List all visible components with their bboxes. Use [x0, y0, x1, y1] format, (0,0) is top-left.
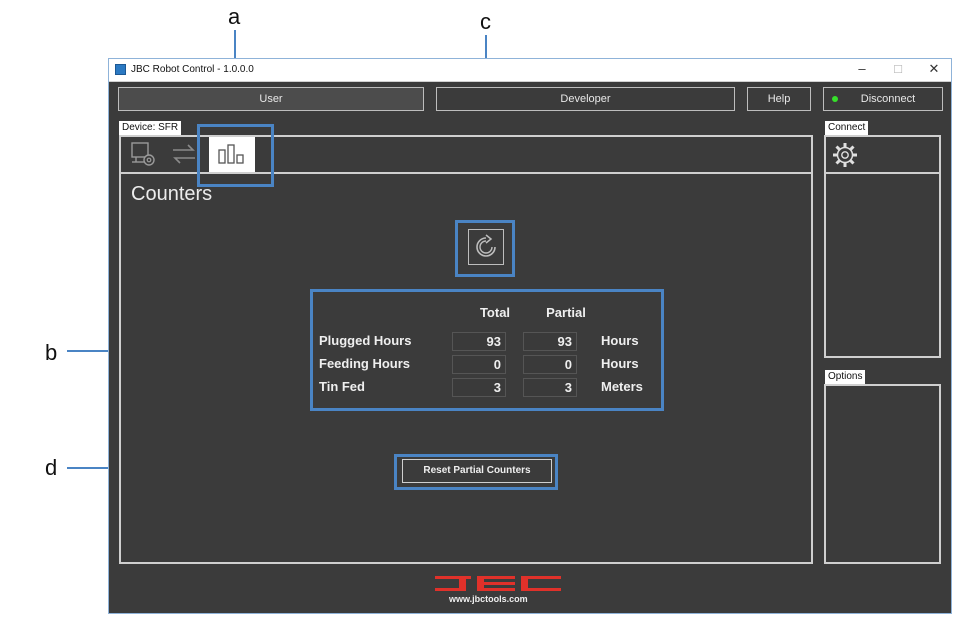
- maximize-button[interactable]: □: [885, 61, 911, 76]
- settings-tab[interactable]: [125, 137, 163, 172]
- highlight-c-refresh: [455, 220, 515, 277]
- title-bar: JBC Robot Control - 1.0.0.0 – □ ✕: [109, 59, 951, 82]
- minimize-button[interactable]: –: [849, 61, 875, 76]
- window-title: JBC Robot Control - 1.0.0.0: [131, 64, 254, 75]
- close-button[interactable]: ✕: [921, 61, 947, 77]
- connect-tag: Connect: [825, 121, 869, 135]
- device-tag: Device: SFR: [119, 121, 182, 135]
- highlight-a-counters-tab: [197, 124, 274, 187]
- help-button[interactable]: Help: [747, 87, 811, 111]
- connect-icon-bar: [826, 137, 939, 174]
- callout-c: c: [480, 9, 491, 34]
- callout-a: a: [228, 4, 241, 29]
- gear-icon[interactable]: [829, 139, 861, 171]
- app-icon: [115, 64, 126, 75]
- disconnect-label: Disconnect: [860, 93, 916, 105]
- highlight-b-table: [310, 289, 664, 411]
- callout-b: b: [45, 340, 58, 365]
- settings-station-icon: [131, 142, 155, 166]
- options-tag: Options: [825, 370, 866, 384]
- disconnect-button[interactable]: Disconnect: [823, 87, 943, 111]
- footer-url[interactable]: www.jbctools.com: [449, 594, 528, 604]
- highlight-d-reset: [394, 454, 558, 490]
- jbc-logo: [435, 576, 561, 591]
- connect-panel: [824, 135, 941, 358]
- callout-d: d: [45, 455, 58, 480]
- user-button[interactable]: User: [118, 87, 424, 111]
- connection-status-led: [832, 96, 838, 102]
- options-panel: [824, 384, 941, 564]
- developer-button[interactable]: Developer: [436, 87, 735, 111]
